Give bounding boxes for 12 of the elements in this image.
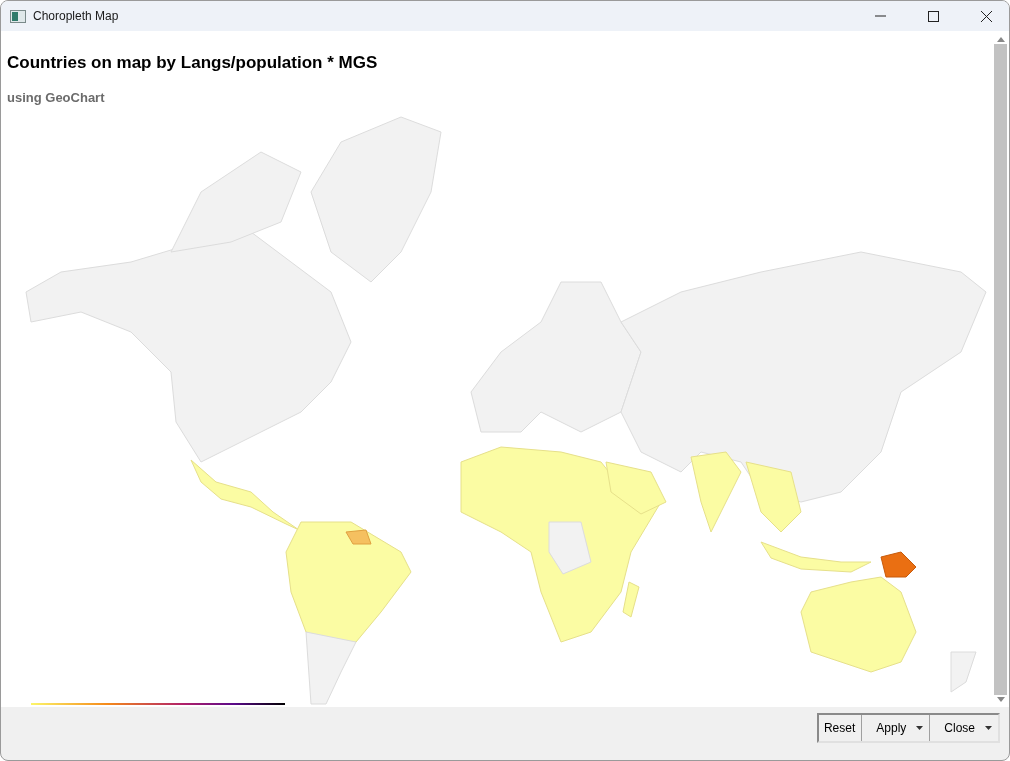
- caret-icon: [916, 726, 924, 730]
- window-title: Choropleth Map: [33, 9, 120, 23]
- close-icon: [980, 10, 992, 22]
- app-icon: [10, 9, 26, 23]
- chart-subtitle: using GeoChart: [7, 90, 106, 105]
- scrollbar-thumb[interactable]: [994, 44, 1007, 695]
- scroll-up-icon: [996, 37, 1005, 42]
- chart-title: Countries on map by Langs/population * MGS: [7, 53, 379, 73]
- caret-icon: [985, 726, 992, 730]
- scroll-down-icon: [996, 697, 1005, 702]
- maximize-icon: [927, 10, 939, 22]
- minimize-icon: [874, 15, 886, 17]
